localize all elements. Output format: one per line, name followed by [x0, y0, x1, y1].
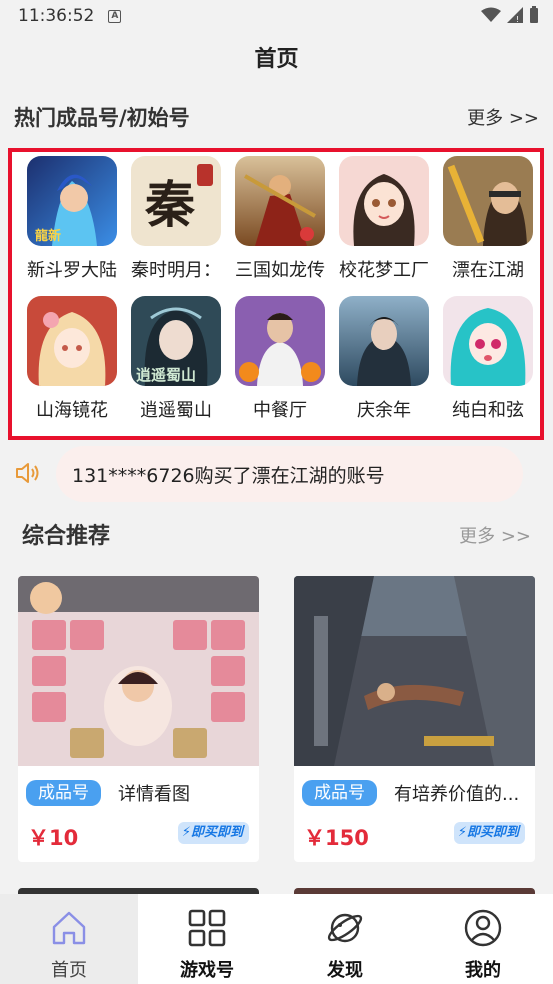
account-type-badge: 成品号 [26, 780, 101, 806]
account-card-1[interactable]: 成品号 详情看图 ￥10 ⚡即买即到 [18, 576, 259, 862]
game-name: 逍遥蜀山 [140, 400, 212, 421]
card-image [18, 576, 259, 766]
game-name: 校花梦工厂 [339, 260, 429, 281]
tab-label: 我的 [465, 960, 501, 981]
game-name: 庆余年 [357, 400, 411, 421]
game-item-zhongcanting[interactable]: 中餐厅 [228, 296, 332, 428]
game-item-xiaoyao[interactable]: 逍遥蜀山 逍遥蜀山 [124, 296, 228, 428]
hot-accounts-title: 热门成品号/初始号 [14, 106, 190, 130]
game-badge: 龍新 [35, 228, 61, 244]
purchase-notice-text: 131****6726购买了漂在江湖的账号 [72, 465, 385, 487]
game-icon-xiaohua [339, 156, 429, 246]
card-price: ￥150 [304, 826, 369, 850]
home-icon [52, 911, 86, 945]
game-glyph: 秦 [145, 175, 195, 234]
grid-icon [188, 909, 226, 947]
signal-icon: ! [507, 6, 523, 23]
tab-discover[interactable]: 发现 [276, 894, 414, 984]
planet-icon [327, 913, 363, 943]
game-name: 山海镜花 [36, 400, 108, 421]
game-name: 新斗罗大陆 [27, 260, 117, 281]
game-name: 三国如龙传 [235, 260, 325, 281]
account-card-2[interactable]: 成品号 有培养价值的... ￥150 ⚡即买即到 [294, 576, 535, 862]
tab-label: 发现 [327, 960, 363, 981]
game-icon-shanhai [27, 296, 117, 386]
tab-game-accounts[interactable]: 游戏号 [138, 894, 276, 984]
card-price: ￥10 [28, 826, 79, 850]
game-icon-chunbai [443, 296, 533, 386]
game-icon-piao [443, 156, 533, 246]
card-description: 详情看图 [118, 784, 190, 805]
tab-label: 游戏号 [180, 960, 234, 981]
speaker-icon [16, 463, 39, 483]
game-item-chunbai[interactable]: 纯白和弦 [436, 296, 540, 428]
recommend-header: 综合推荐 更多 >> [0, 516, 553, 552]
game-icon-xin-douluo: 龍新 [27, 156, 117, 246]
game-icon-xiaoyao: 逍遥蜀山 [131, 296, 221, 386]
card-image [294, 576, 535, 766]
game-icon-sanguo [235, 156, 325, 246]
recommend-title: 综合推荐 [22, 524, 111, 549]
game-name: 秦时明月： [131, 260, 221, 281]
page-title: 首页 [254, 47, 299, 72]
user-icon [464, 909, 502, 947]
account-type-badge: 成品号 [302, 780, 377, 806]
game-icon-qingyunian [339, 296, 429, 386]
game-item-xin-douluo[interactable]: 龍新 新斗罗大陆 [20, 156, 124, 288]
hot-games-panel: 龍新 新斗罗大陆 秦 秦时明月： 三国如龙传 校花梦工厂 漂在江湖 山海镜花 逍… [8, 148, 544, 440]
instant-buy-badge: ⚡即买即到 [177, 822, 249, 844]
card-description: 有培养价值的... [394, 784, 520, 805]
status-time: 11:36:52 [18, 6, 95, 26]
game-item-piao[interactable]: 漂在江湖 [436, 156, 540, 288]
game-item-xiaohua[interactable]: 校花梦工厂 [332, 156, 436, 288]
recommend-more-link[interactable]: 更多 >> [459, 522, 531, 548]
game-item-qingyunian[interactable]: 庆余年 [332, 296, 436, 428]
lightning-icon: ⚡ [181, 825, 191, 840]
game-item-qin[interactable]: 秦 秦时明月： [124, 156, 228, 288]
bottom-tab-bar: 首页 游戏号 发现 我的 [0, 894, 553, 984]
status-bar: 11:36:52 A ! [0, 0, 553, 32]
instant-buy-badge: ⚡即买即到 [453, 822, 525, 844]
game-item-shanhai[interactable]: 山海镜花 [20, 296, 124, 428]
hot-games-grid: 龍新 新斗罗大陆 秦 秦时明月： 三国如龙传 校花梦工厂 漂在江湖 山海镜花 逍… [20, 156, 540, 428]
game-name: 中餐厅 [253, 400, 307, 421]
game-name: 漂在江湖 [452, 260, 524, 281]
wifi-icon [481, 7, 501, 22]
battery-icon [530, 6, 538, 23]
tab-home[interactable]: 首页 [0, 894, 138, 984]
hot-more-link[interactable]: 更多 >> [467, 104, 539, 130]
tab-label: 首页 [51, 960, 87, 981]
game-name: 纯白和弦 [452, 400, 524, 421]
instant-buy-label: 即买即到 [190, 825, 243, 840]
game-glyph: 逍遥蜀山 [136, 366, 196, 384]
tab-mine[interactable]: 我的 [414, 894, 552, 984]
game-icon-zhongcanting [235, 296, 325, 386]
title-bar: 首页 [0, 32, 553, 88]
hot-accounts-header: 热门成品号/初始号 更多 >> [0, 98, 553, 138]
game-item-sanguo[interactable]: 三国如龙传 [228, 156, 332, 288]
lightning-icon: ⚡ [457, 825, 467, 840]
game-icon-qin: 秦 [131, 156, 221, 246]
notification-a-icon: A [108, 9, 122, 23]
status-indicators: ! [481, 6, 539, 23]
svg-text:!: ! [516, 15, 519, 23]
purchase-notice: 131****6726购买了漂在江湖的账号 [56, 446, 523, 502]
instant-buy-label: 即买即到 [466, 825, 519, 840]
